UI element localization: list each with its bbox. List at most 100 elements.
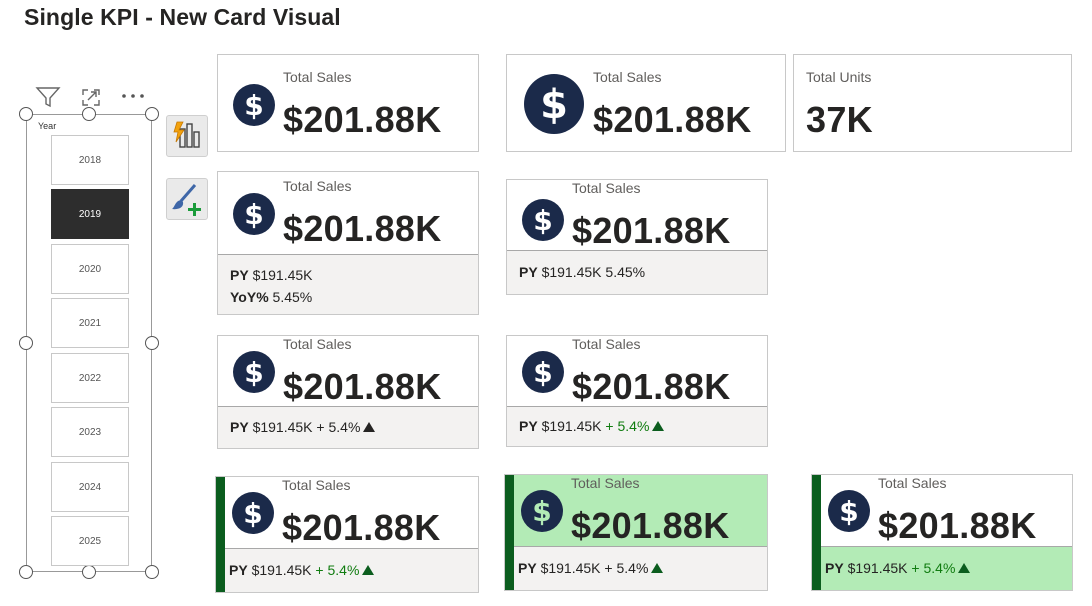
resize-handle[interactable]	[82, 107, 96, 121]
card-label: Total Units	[806, 69, 872, 85]
svg-text:$: $	[244, 198, 263, 231]
analytics-brush-icon	[172, 184, 201, 216]
year-option-2019[interactable]: 2019	[51, 189, 129, 239]
focus-mode-icon[interactable]	[80, 87, 102, 107]
dollar-icon: $	[522, 351, 564, 393]
py-value: $191.45K	[252, 419, 313, 435]
card-label: Total Sales	[282, 477, 351, 493]
card-footer: PY $191.45K + 5.4%	[218, 406, 478, 448]
resize-handle[interactable]	[19, 107, 33, 121]
year-option-2018[interactable]: 2018	[51, 135, 129, 185]
py-value: $191.45K	[847, 560, 908, 576]
resize-handle[interactable]	[145, 565, 159, 579]
year-option-2021[interactable]: 2021	[51, 298, 129, 348]
yoy-value: 5.45%	[605, 264, 646, 280]
filter-icon[interactable]	[35, 86, 61, 108]
accent-bar	[505, 475, 514, 590]
svg-text:$: $	[533, 356, 552, 389]
card-footer: PY $191.45K + 5.4%	[507, 406, 767, 446]
svg-text:$: $	[533, 204, 552, 237]
resize-handle[interactable]	[145, 336, 159, 350]
py-label: PY	[825, 560, 844, 576]
page-title: Single KPI - New Card Visual	[24, 4, 341, 30]
card-footer: PY $191.45K 5.45%	[507, 250, 767, 294]
kpi-card-total-sales[interactable]: $ Total Sales $201.88K	[506, 54, 786, 152]
svg-text:$: $	[244, 89, 263, 122]
card-value: $201.88K	[593, 99, 752, 140]
format-visual-icon	[173, 121, 200, 148]
more-options-icon[interactable]	[120, 91, 146, 101]
year-option-2025[interactable]: 2025	[51, 516, 129, 566]
year-option-2024[interactable]: 2024	[51, 462, 129, 512]
svg-text:$: $	[244, 356, 263, 389]
kpi-card-total-sales-py[interactable]: $ Total Sales $201.88K PY $191.45K 5.45%	[506, 179, 768, 295]
py-value: $191.45K	[541, 418, 602, 434]
py-label: PY	[230, 419, 249, 435]
change-value: + 5.4%	[604, 560, 649, 576]
card-value: $201.88K	[571, 505, 730, 546]
py-value: $191.45K	[540, 560, 601, 576]
card-value: $201.88K	[283, 366, 442, 407]
up-arrow-icon	[651, 563, 664, 573]
card-value: $201.88K	[282, 507, 441, 548]
svg-text:$: $	[243, 497, 262, 530]
resize-handle[interactable]	[19, 336, 33, 350]
kpi-card-total-sales-py-yoy[interactable]: $ Total Sales $201.88K PY $191.45K YoY% …	[217, 171, 479, 315]
card-label: Total Sales	[572, 180, 641, 196]
change-value: + 5.4%	[911, 560, 956, 576]
py-value: $191.45K	[541, 264, 602, 280]
dollar-icon: $	[828, 490, 870, 532]
up-arrow-icon	[363, 422, 376, 432]
card-label: Total Sales	[283, 69, 352, 85]
format-visual-button[interactable]	[166, 115, 208, 157]
year-option-2023[interactable]: 2023	[51, 407, 129, 457]
svg-text:$: $	[532, 495, 551, 528]
change-value: + 5.4%	[315, 562, 360, 578]
resize-handle[interactable]	[145, 107, 159, 121]
change-value: + 5.4%	[605, 418, 650, 434]
card-footer: PY $191.45K + 5.4%	[225, 548, 478, 592]
dollar-icon: $	[522, 199, 564, 241]
resize-handle[interactable]	[19, 565, 33, 579]
kpi-card-total-sales-change[interactable]: $ Total Sales $201.88K PY $191.45K + 5.4…	[506, 335, 768, 447]
py-label: PY	[519, 418, 538, 434]
card-label: Total Sales	[283, 336, 352, 352]
card-value: $201.88K	[283, 99, 442, 140]
analytics-button[interactable]	[166, 178, 208, 220]
kpi-card-total-sales-accent[interactable]: $ Total Sales $201.88K PY $191.45K + 5.4…	[215, 476, 479, 593]
card-label: Total Sales	[572, 336, 641, 352]
kpi-card-total-units[interactable]: Total Units 37K	[793, 54, 1072, 152]
py-label: PY	[518, 560, 537, 576]
card-label: Total Sales	[878, 475, 947, 491]
year-option-2022[interactable]: 2022	[51, 353, 129, 403]
kpi-card-total-sales[interactable]: $ Total Sales $201.88K	[217, 54, 479, 152]
card-value: 37K	[806, 99, 873, 140]
resize-handle[interactable]	[82, 565, 96, 579]
py-value: $191.45K	[252, 267, 313, 283]
dollar-icon: $	[233, 84, 275, 126]
card-label: Total Sales	[283, 178, 352, 194]
change-value: + 5.4%	[316, 419, 361, 435]
svg-text:$: $	[540, 82, 568, 128]
kpi-card-total-sales-change[interactable]: $ Total Sales $201.88K PY $191.45K + 5.4…	[217, 335, 479, 449]
svg-text:$: $	[839, 495, 858, 528]
yoy-label: YoY%	[230, 289, 269, 305]
py-label: PY	[230, 267, 249, 283]
accent-bar	[812, 475, 821, 590]
py-value: $191.45K	[251, 562, 312, 578]
year-option-2020[interactable]: 2020	[51, 244, 129, 294]
dollar-icon: $	[233, 193, 275, 235]
card-value: $201.88K	[283, 208, 442, 249]
py-label: PY	[519, 264, 538, 280]
up-arrow-icon	[958, 563, 971, 573]
card-label: Total Sales	[571, 475, 640, 491]
dollar-icon: $	[521, 490, 563, 532]
card-value: $201.88K	[572, 210, 731, 251]
card-footer: PY $191.45K + 5.4%	[514, 546, 767, 590]
kpi-card-total-sales-highlight[interactable]: $ Total Sales $201.88K PY $191.45K + 5.4…	[504, 474, 768, 591]
card-value: $201.88K	[572, 366, 731, 407]
yoy-value: 5.45%	[272, 289, 313, 305]
dollar-icon: $	[524, 74, 584, 134]
up-arrow-icon	[362, 565, 375, 575]
kpi-card-total-sales-green-footer[interactable]: $ Total Sales $201.88K PY $191.45K + 5.4…	[811, 474, 1073, 591]
